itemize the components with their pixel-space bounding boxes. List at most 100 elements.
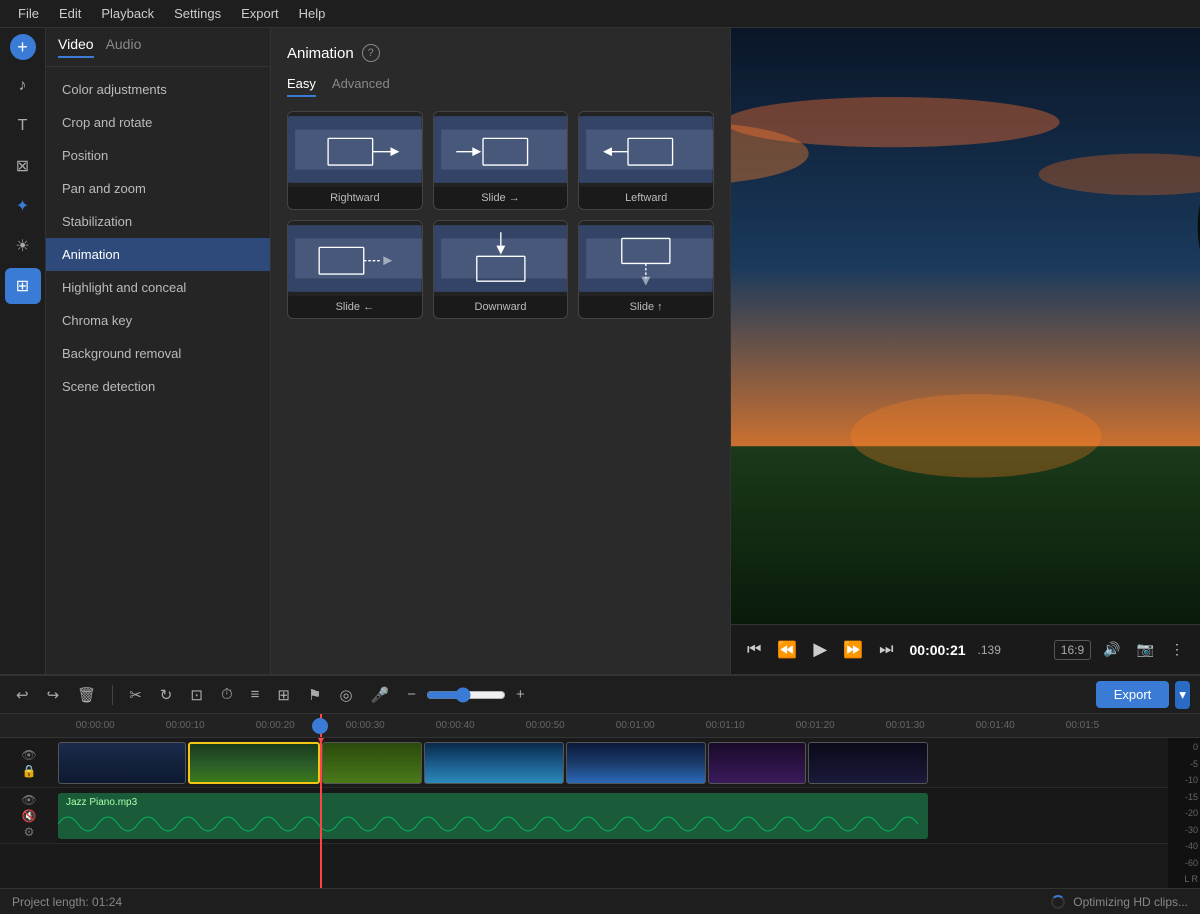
animation-content: Animation ? Easy Advanced (271, 28, 730, 674)
video-clip-4[interactable] (424, 742, 564, 784)
video-clip-1[interactable] (58, 742, 186, 784)
anim-card-downward-label: Downward (434, 296, 568, 318)
skip-end-button[interactable]: ⏭ (875, 637, 897, 663)
snapshot-button[interactable]: 📷 (1133, 637, 1158, 662)
zoom-out-button[interactable]: − (401, 682, 422, 707)
timeline-ruler: 00:00:00 00:00:10 00:00:20 00:00:30 00:0… (0, 714, 1200, 738)
sidebar-icon-music[interactable]: ♪ (5, 68, 41, 104)
circle-button[interactable]: ◎ (333, 682, 358, 708)
anim-tab-advanced[interactable]: Advanced (332, 76, 390, 97)
speed-button[interactable]: ⏱ (215, 682, 239, 707)
menu-item-chroma-key[interactable]: Chroma key (46, 304, 270, 337)
left-sidebar: + ♪ T ⊠ ✦ ☀ ⊞ (0, 28, 46, 674)
vol-label-n5: -5 (1170, 759, 1198, 769)
export-button[interactable]: Export (1096, 681, 1170, 708)
menu-item-color-adjustments[interactable]: Color adjustments (46, 73, 270, 106)
anim-card-leftward[interactable]: Leftward (578, 111, 714, 210)
play-button[interactable]: ▶ (809, 635, 831, 664)
menu-help[interactable]: Help (289, 0, 336, 28)
preview-video (731, 28, 1200, 624)
anim-card-rightward[interactable]: Rightward (287, 111, 423, 210)
more-options-button[interactable]: ⋮ (1166, 637, 1188, 662)
menu-item-position[interactable]: Position (46, 139, 270, 172)
tab-audio[interactable]: Audio (106, 36, 142, 58)
add-button[interactable]: + (10, 34, 36, 60)
menu-item-scene-detection[interactable]: Scene detection (46, 370, 270, 403)
prev-frame-button[interactable]: ⏪ (773, 636, 801, 664)
status-spinner (1051, 895, 1065, 909)
export-dropdown-button[interactable]: ▾ (1175, 681, 1190, 709)
menu-settings[interactable]: Settings (164, 0, 231, 28)
ruler-mark-7: 00:01:10 (706, 720, 796, 731)
menu-item-crop-and-rotate[interactable]: Crop and rotate (46, 106, 270, 139)
menu-item-animation[interactable]: Animation (46, 238, 270, 271)
playhead[interactable] (320, 738, 322, 888)
tab-video[interactable]: Video (58, 36, 94, 58)
anim-card-slide-up[interactable]: Slide ↑ (578, 220, 714, 319)
anim-tab-easy[interactable]: Easy (287, 76, 316, 97)
track-controls: 👁 🔒 👁 🔇 ⚙ (0, 738, 58, 888)
menu-file[interactable]: File (8, 0, 49, 28)
cut-button[interactable]: ✂ (123, 682, 148, 708)
audio-clip[interactable]: Jazz Piano.mp3 (58, 793, 928, 839)
volume-button[interactable]: 🔊 (1099, 637, 1124, 662)
vol-label-n15: -15 (1170, 792, 1198, 802)
properties-panel: Video Audio Color adjustments Crop and r… (46, 28, 271, 674)
sidebar-icon-filters[interactable]: ☀ (5, 228, 41, 264)
menu-export[interactable]: Export (231, 0, 289, 28)
animation-title: Animation (287, 45, 354, 62)
crop-button[interactable]: ⊡ (184, 682, 209, 708)
track-mute-icon[interactable]: 🔒 (22, 764, 37, 778)
zoom-slider[interactable] (426, 687, 506, 703)
volume-meter: 0 -5 -10 -15 -20 -30 -40 -60 L R (1168, 738, 1200, 888)
zoom-in-button[interactable]: + (510, 682, 531, 707)
video-clip-6[interactable] (708, 742, 806, 784)
menu-item-background-removal[interactable]: Background removal (46, 337, 270, 370)
skip-start-button[interactable]: ⏮ (743, 637, 765, 663)
anim-card-rightward-label: Rightward (288, 187, 422, 209)
menu-edit[interactable]: Edit (49, 0, 91, 28)
audio-track: Jazz Piano.mp3 (58, 788, 1168, 844)
video-clip-5[interactable] (566, 742, 706, 784)
anim-card-leftward-label: Leftward (579, 187, 713, 209)
preview-window: ⏮ ⏪ ▶ ⏩ ⏭ 00:00:21.139 16:9 🔊 📷 ⋮ (730, 28, 1200, 674)
next-frame-button[interactable]: ⏩ (839, 636, 867, 664)
timeline-toolbar: ↩ ↪ 🗑 ✂ ↻ ⊡ ⏱ ≡ ⊞ ⚑ ◎ 🎤 − + Export ▾ (0, 676, 1200, 714)
help-icon[interactable]: ? (362, 44, 380, 62)
redo-button[interactable]: ↪ (41, 682, 66, 708)
anim-card-slide-left-label: Slide ← (288, 296, 422, 318)
levels-button[interactable]: ≡ (245, 682, 266, 707)
timeline-area: ↩ ↪ 🗑 ✂ ↻ ⊡ ⏱ ≡ ⊞ ⚑ ◎ 🎤 − + Export ▾ 00:… (0, 674, 1200, 914)
vol-label-n40: -40 (1170, 841, 1198, 851)
sidebar-icon-overlays[interactable]: ⊞ (5, 268, 41, 304)
video-clip-2[interactable] (188, 742, 320, 784)
status-bar: Project length: 01:24 Optimizing HD clip… (0, 888, 1200, 914)
vol-label-n20: -20 (1170, 808, 1198, 818)
audio-track-mute-icon[interactable]: 🔇 (22, 809, 37, 823)
anim-card-downward[interactable]: Downward (433, 220, 569, 319)
ruler-mark-9: 00:01:30 (886, 720, 976, 731)
aspect-ratio-selector[interactable]: 16:9 (1054, 640, 1091, 660)
undo-button[interactable]: ↩ (10, 682, 35, 708)
sidebar-icon-effects[interactable]: ✦ (5, 188, 41, 224)
anim-card-slide-left[interactable]: Slide ← (287, 220, 423, 319)
anim-card-slide-right[interactable]: Slide → (433, 111, 569, 210)
rotate-button[interactable]: ↻ (154, 682, 179, 708)
menu-item-pan-and-zoom[interactable]: Pan and zoom (46, 172, 270, 205)
video-clip-7[interactable] (808, 742, 928, 784)
menu-item-stabilization[interactable]: Stabilization (46, 205, 270, 238)
audio-track-eye-icon[interactable]: 👁 (21, 793, 36, 807)
video-clip-3[interactable] (322, 742, 422, 784)
mic-button[interactable]: 🎤 (365, 682, 396, 708)
audio-track-settings-icon[interactable]: ⚙ (24, 825, 35, 839)
track-lock-icon[interactable]: 👁 (21, 748, 36, 762)
sidebar-icon-transitions[interactable]: ⊠ (5, 148, 41, 184)
menu-item-highlight-and-conceal[interactable]: Highlight and conceal (46, 271, 270, 304)
flag-button[interactable]: ⚑ (302, 682, 327, 708)
sidebar-icon-text[interactable]: T (5, 108, 41, 144)
overlay-button[interactable]: ⊞ (271, 682, 296, 708)
delete-button[interactable]: 🗑 (71, 682, 102, 708)
anim-card-slide-right-label: Slide → (434, 187, 568, 209)
menu-playback[interactable]: Playback (91, 0, 164, 28)
audio-track-controls: 👁 🔇 ⚙ (0, 788, 58, 844)
